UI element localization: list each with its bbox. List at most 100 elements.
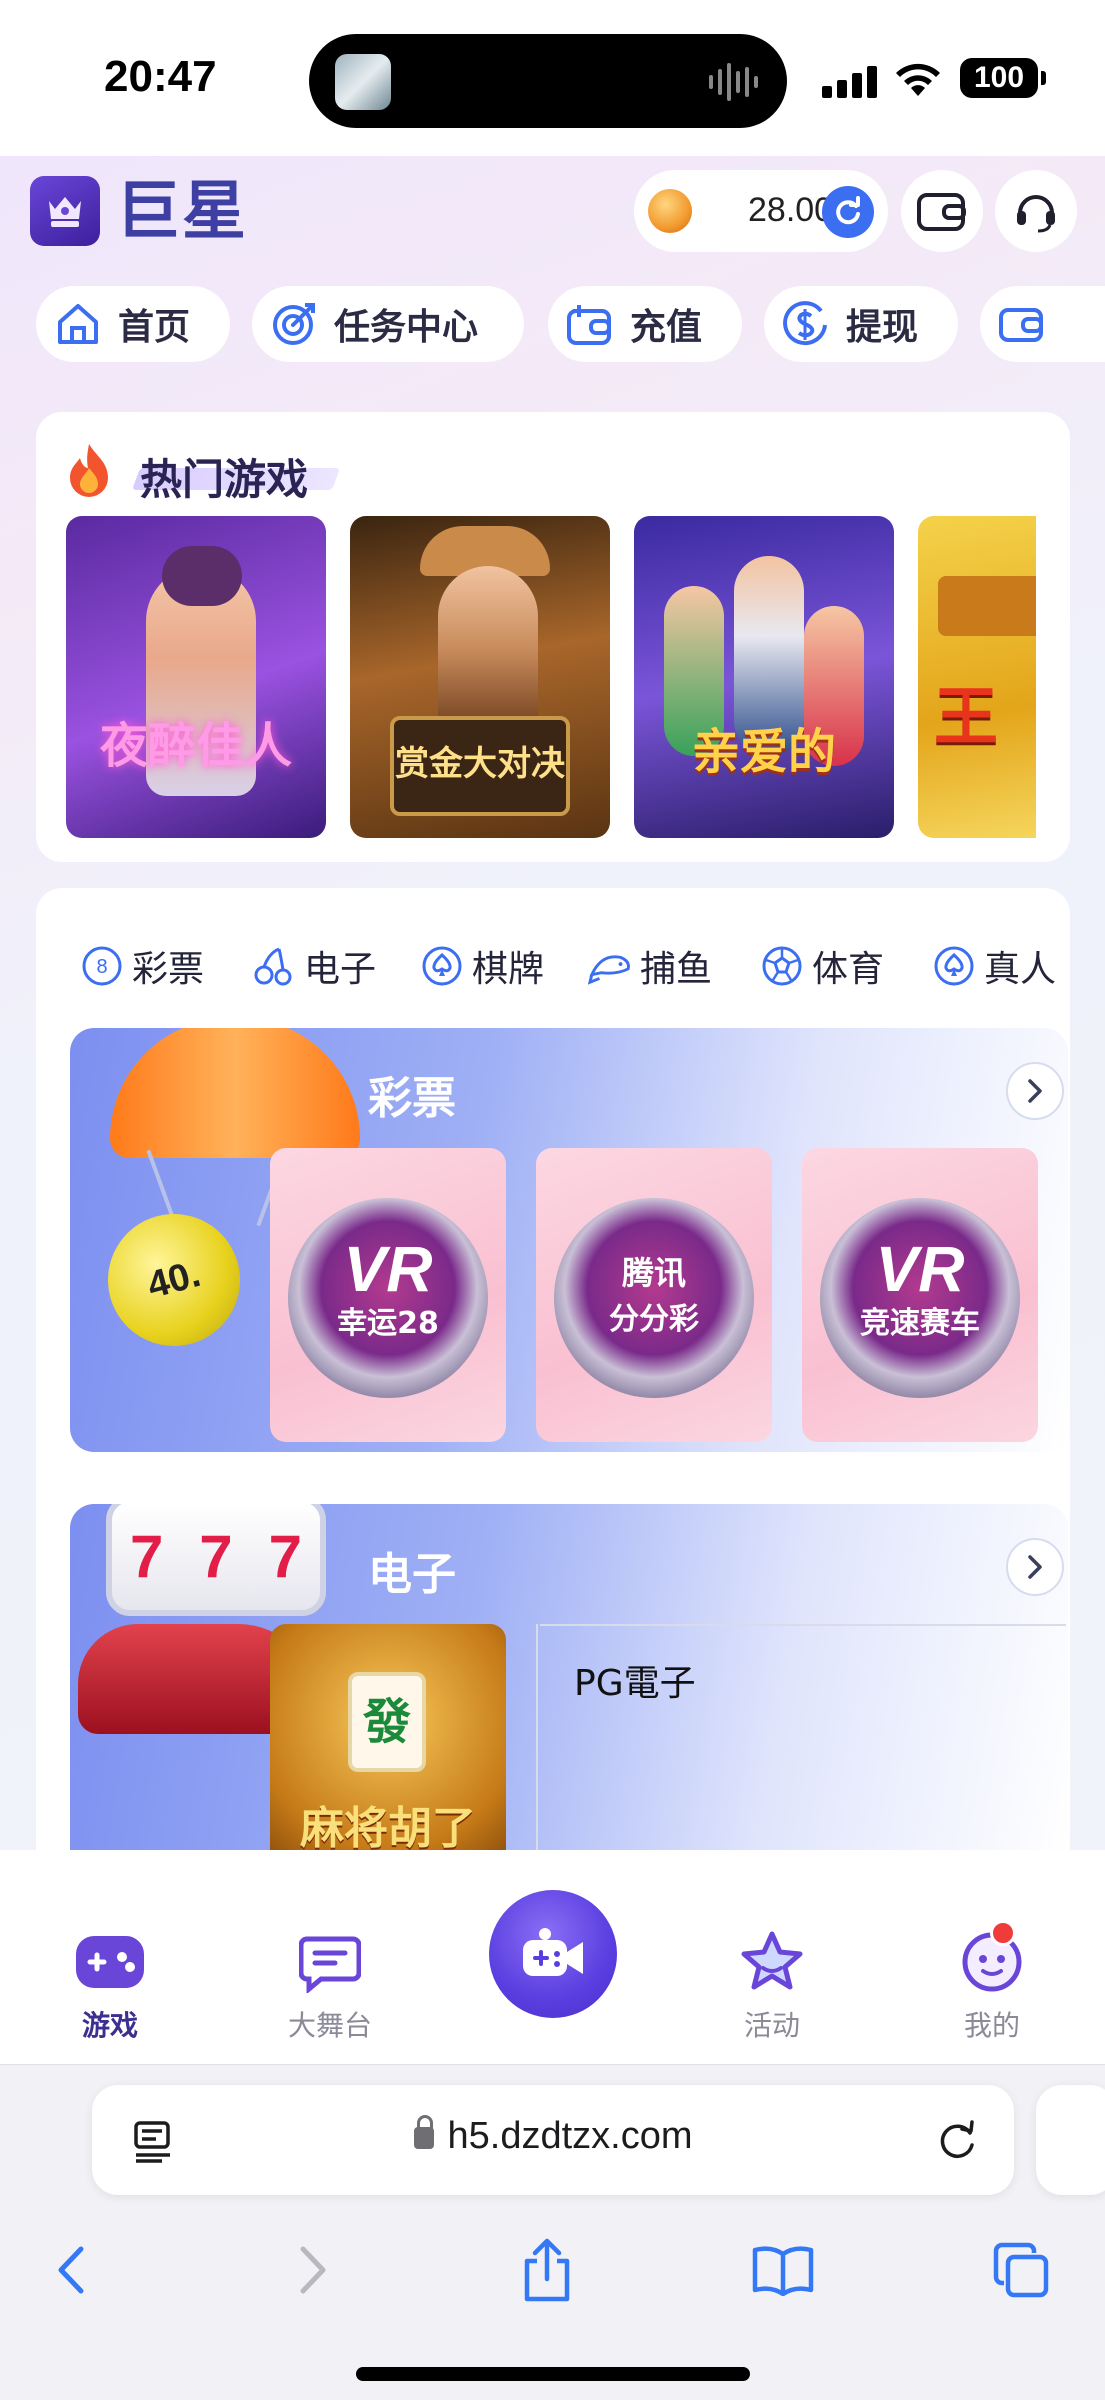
coin-icon: [648, 189, 692, 233]
quick-nav-tasks[interactable]: 任务中心: [252, 286, 524, 362]
quick-nav-home[interactable]: 首页: [36, 286, 230, 362]
center-game-button[interactable]: [489, 1890, 617, 2018]
game-name: 竞速赛车: [860, 1306, 980, 1341]
forward-button[interactable]: [278, 2235, 348, 2305]
game-badge: 腾讯: [621, 1255, 686, 1291]
quick-nav-tasks-label: 任务中心: [334, 307, 479, 348]
game-name: 王: [934, 681, 998, 755]
quick-nav-home-label: 首页: [118, 307, 191, 348]
customer-service-button[interactable]: [995, 170, 1077, 252]
quick-nav-wallet[interactable]: [980, 286, 1105, 362]
tab-label: 体育: [812, 949, 885, 990]
game-name: 亲爱的: [691, 724, 836, 780]
lottery-game-tile[interactable]: VR 竞速赛车: [802, 1148, 1038, 1442]
balance-value: 28.00: [748, 191, 834, 229]
game-tile[interactable]: 王: [918, 516, 1036, 838]
lottery-section-title: 彩票: [368, 1073, 456, 1124]
lottery-game-tile[interactable]: VR 幸运28: [270, 1148, 506, 1442]
star-icon: [736, 1926, 808, 1998]
refresh-icon[interactable]: [822, 186, 874, 238]
share-icon: [524, 2238, 570, 2302]
bookmarks-button[interactable]: [748, 2235, 818, 2305]
wallet-button[interactable]: [901, 170, 983, 252]
slot-digit: 7: [129, 1522, 164, 1590]
url-text: h5.dzdtzx.com: [447, 2115, 693, 2157]
tab-live[interactable]: 真人: [932, 938, 1056, 994]
chevron-right-icon: [300, 2246, 326, 2294]
status-bar: 20:47 100: [0, 0, 1105, 156]
game-name: 分分彩: [609, 1302, 699, 1337]
game-name: 麻将胡了: [300, 1803, 476, 1850]
tab-label: 彩票: [132, 949, 205, 990]
tab-chess-cards[interactable]: 棋牌: [420, 938, 544, 994]
game-name: 赏金大对决: [395, 744, 565, 784]
tab-stage[interactable]: 大舞台: [270, 1926, 390, 2044]
address-bar[interactable]: h5.dzdtzx.com: [92, 2085, 1014, 2195]
flame-icon: [70, 444, 108, 497]
electronic-section-title: 电子: [368, 1549, 456, 1600]
tab-lottery[interactable]: 8 彩票: [80, 938, 204, 994]
quick-nav-bar: 首页 任务中心 充值 提现: [36, 286, 1105, 362]
share-button[interactable]: [512, 2235, 582, 2305]
cherries-icon: [252, 944, 296, 988]
dollar-circle-icon: [778, 296, 834, 352]
game-tile[interactable]: 夜醉佳人: [66, 516, 326, 838]
fish-icon: [588, 944, 632, 988]
app-viewport: 巨星 28.00 首页 任务中心 充值 提现 热门游戏 夜醉佳人 赏金大对决 亲…: [0, 156, 1105, 1850]
reload-icon[interactable]: [934, 2117, 980, 2163]
chevron-right-icon[interactable]: [1006, 1062, 1064, 1120]
tab-label: 真人: [984, 949, 1057, 990]
chevron-right-icon[interactable]: [1006, 1538, 1064, 1596]
slot-machine-illustration: 7 7 7: [106, 1504, 326, 1616]
game-badge: VR: [875, 1233, 965, 1305]
categories-card: 8 彩票 电子 棋牌 捕鱼 体育 真人 40. 彩票 VR 幸运28 腾讯 分分…: [36, 888, 1070, 1850]
wallet-plus-icon: [562, 296, 618, 352]
quick-nav-recharge[interactable]: 充值: [548, 286, 742, 362]
next-tab-peek[interactable]: [1036, 2085, 1105, 2195]
bottom-tab-bar: 游戏 大舞台 活动 我的: [0, 1866, 1105, 2064]
home-icon: [50, 296, 106, 352]
lottery-ball-illustration: 40.: [93, 1199, 255, 1361]
wallet-icon: [917, 193, 966, 231]
game-name: 幸运28: [337, 1306, 439, 1341]
tab-sports[interactable]: 体育: [760, 938, 884, 994]
tab-electronic[interactable]: 电子: [252, 938, 376, 994]
cellular-signal-icon: [822, 64, 878, 98]
balance-pill[interactable]: 28.00: [634, 170, 888, 252]
tabs-button[interactable]: [986, 2235, 1056, 2305]
tab-label: 游戏: [81, 2009, 138, 2042]
game-badge: VR: [343, 1233, 433, 1305]
smiley-icon: [956, 1920, 1028, 1998]
tab-fishing[interactable]: 捕鱼: [588, 938, 712, 994]
hot-games-title: 热门游戏: [140, 455, 309, 504]
quick-nav-withdraw[interactable]: 提现: [764, 286, 958, 362]
notification-badge: [990, 1920, 1016, 1946]
tab-profile[interactable]: 我的: [932, 1920, 1052, 2044]
game-tile[interactable]: 赏金大对决: [350, 516, 610, 838]
mahjong-game-tile[interactable]: 發 麻将胡了: [270, 1624, 506, 1850]
now-playing-thumbnail: [335, 54, 391, 110]
chat-bubble-icon: [294, 1926, 366, 1998]
quick-nav-recharge-label: 充值: [630, 307, 703, 348]
tabs-icon: [993, 2242, 1049, 2298]
lock-icon: [413, 2115, 434, 2149]
parachute-illustration: [110, 1028, 360, 1158]
browser-toolbar: h5.dzdtzx.com: [0, 2064, 1105, 2400]
spade-icon: [932, 944, 976, 988]
tab-games[interactable]: 游戏: [50, 1926, 170, 2044]
target-icon: [266, 296, 322, 352]
hot-games-row: 夜醉佳人 赏金大对决 亲爱的 王: [66, 516, 1036, 838]
wifi-icon: [896, 63, 940, 96]
soccer-ball-icon: [760, 944, 804, 988]
divider: [540, 1624, 1066, 1626]
game-tile[interactable]: 亲爱的: [634, 516, 894, 838]
url-display[interactable]: h5.dzdtzx.com: [92, 2115, 1014, 2158]
back-button[interactable]: [36, 2235, 106, 2305]
tab-activities[interactable]: 活动: [712, 1926, 832, 2044]
lottery-game-tile[interactable]: 腾讯 分分彩: [536, 1148, 772, 1442]
chevron-left-icon: [58, 2246, 84, 2294]
provider-label[interactable]: PG電子: [574, 1654, 696, 1706]
home-indicator: [356, 2367, 750, 2381]
app-logo-text: 巨星: [116, 175, 248, 249]
slot-digit: 7: [268, 1522, 302, 1590]
